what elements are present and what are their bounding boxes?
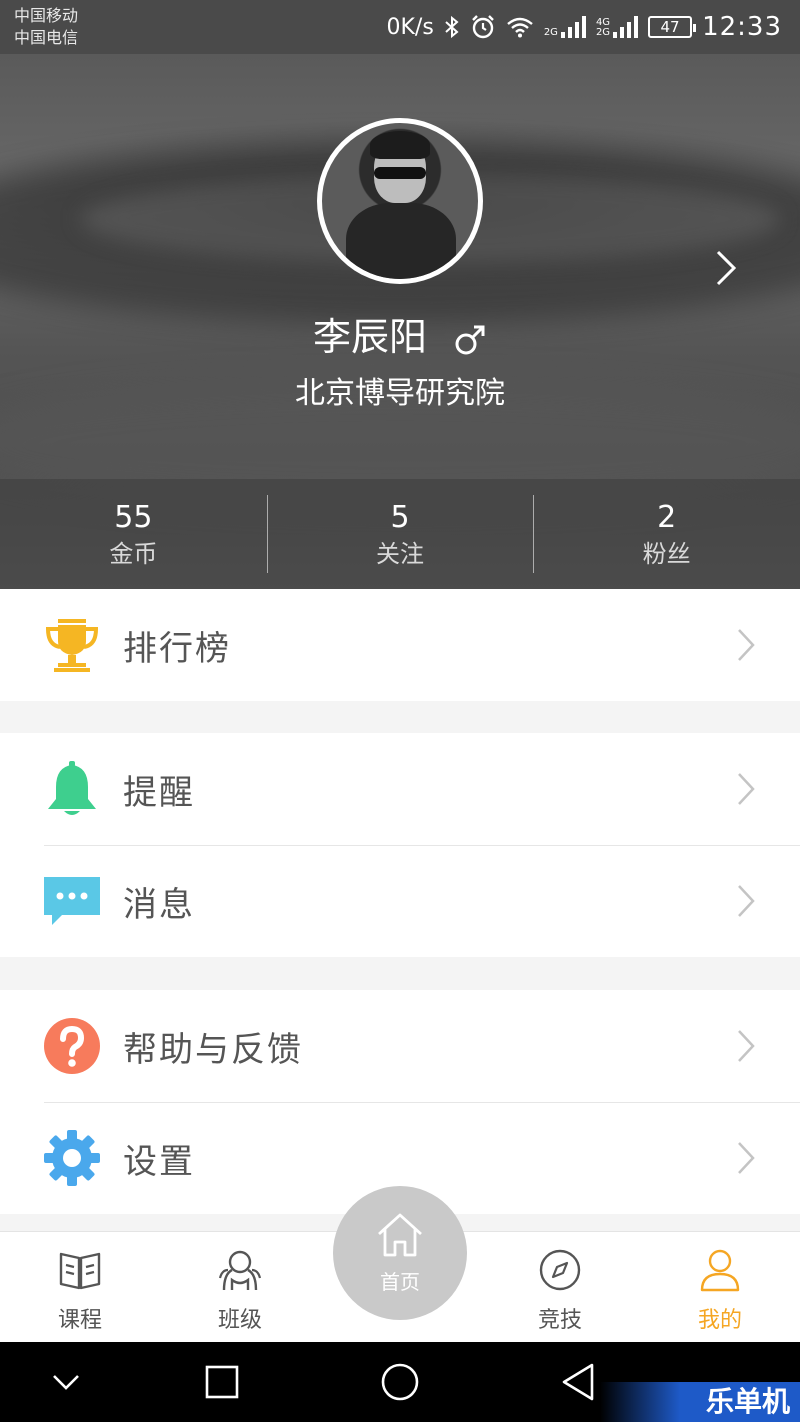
nav-label: 班级 <box>217 1308 262 1333</box>
gear-icon <box>44 1130 100 1186</box>
home-icon <box>378 1213 422 1257</box>
profile-header[interactable]: 李辰阳 北京博导研究院 55 金币 5 关注 2 粉丝 <box>0 54 800 589</box>
organization: 北京博导研究院 <box>295 376 505 411</box>
nav-label: 竞技 <box>537 1308 582 1333</box>
carrier-info: 中国移动 中国电信 <box>14 5 78 49</box>
battery-icon: 47 <box>648 16 697 38</box>
wifi-icon <box>507 17 533 38</box>
stat-value: 2 <box>657 500 677 535</box>
trophy-icon <box>45 619 99 672</box>
menu-label: 帮助与反馈 <box>123 1029 303 1070</box>
watermark-logo: 乐单机 <box>600 1382 800 1422</box>
nav-compete[interactable]: 竞技 <box>480 1232 640 1343</box>
network-speed: 0K/s <box>386 14 434 40</box>
menu-item-help[interactable]: 帮助与反馈 <box>0 990 800 1102</box>
recents-icon[interactable] <box>200 1360 244 1404</box>
chevron-right-icon[interactable] <box>712 248 742 288</box>
chevron-right-icon <box>738 773 755 805</box>
nav-label: 我的 <box>697 1308 742 1333</box>
stat-coins[interactable]: 55 金币 <box>0 479 267 589</box>
chevron-right-icon <box>738 629 755 661</box>
carrier-2: 中国电信 <box>14 28 79 47</box>
system-nav-bar: 乐单机 <box>0 1342 800 1422</box>
menu-label: 设置 <box>123 1141 195 1182</box>
question-icon <box>44 1018 100 1074</box>
nav-class[interactable]: 班级 <box>160 1232 320 1343</box>
menu-item-reminder[interactable]: 提醒 <box>0 733 800 845</box>
signal-2g-icon: 2G <box>544 16 586 38</box>
nav-course[interactable]: 课程 <box>0 1232 160 1343</box>
menu-item-message[interactable]: 消息 <box>0 845 800 957</box>
alarm-icon <box>471 15 494 39</box>
chevron-right-icon <box>738 1142 755 1174</box>
user-icon <box>700 1249 740 1292</box>
menu-label: 排行榜 <box>123 628 231 669</box>
back-icon[interactable] <box>556 1360 600 1404</box>
stat-label: 金币 <box>109 540 158 568</box>
nav-home-button[interactable]: 首页 <box>333 1186 467 1320</box>
menu-group-notifications: 提醒 消息 <box>0 733 800 957</box>
chevron-down-icon[interactable] <box>44 1360 88 1404</box>
book-icon <box>59 1252 101 1290</box>
stat-value: 55 <box>114 500 153 535</box>
stat-label: 粉丝 <box>642 540 691 568</box>
stat-fans[interactable]: 2 粉丝 <box>533 479 800 589</box>
avatar[interactable] <box>317 118 483 284</box>
compass-icon <box>539 1249 581 1291</box>
menu-item-ranking[interactable]: 排行榜 <box>0 589 800 701</box>
user-name-text: 李辰阳 <box>312 315 427 359</box>
signal-4g-2g-icon: 4G 2G <box>596 16 639 38</box>
stats-bar: 55 金币 5 关注 2 粉丝 <box>0 479 800 589</box>
menu-group-misc: 帮助与反馈 设置 <box>0 990 800 1214</box>
user-name: 李辰阳 <box>0 312 800 362</box>
stat-value: 5 <box>390 500 410 535</box>
status-time: 12:33 <box>702 12 782 42</box>
menu-label: 消息 <box>123 884 195 925</box>
bell-icon <box>48 761 96 815</box>
menu-label: 提醒 <box>123 772 195 813</box>
home-circle-icon[interactable] <box>378 1360 422 1404</box>
chevron-right-icon <box>738 885 755 917</box>
nav-label: 首页 <box>380 1270 420 1294</box>
stat-label: 关注 <box>376 540 424 568</box>
nav-mine[interactable]: 我的 <box>640 1232 800 1343</box>
stat-following[interactable]: 5 关注 <box>266 479 534 589</box>
menu-group-ranking: 排行榜 <box>0 589 800 701</box>
chevron-right-icon <box>738 1030 755 1062</box>
male-icon <box>455 325 485 354</box>
carrier-1: 中国移动 <box>14 6 79 25</box>
bluetooth-icon <box>445 15 459 39</box>
nav-label: 课程 <box>57 1308 102 1333</box>
class-icon <box>218 1250 262 1291</box>
chat-icon <box>44 877 100 925</box>
status-bar: 中国移动 中国电信 0K/s 2G 4G 2G 47 12:33 <box>0 0 800 54</box>
